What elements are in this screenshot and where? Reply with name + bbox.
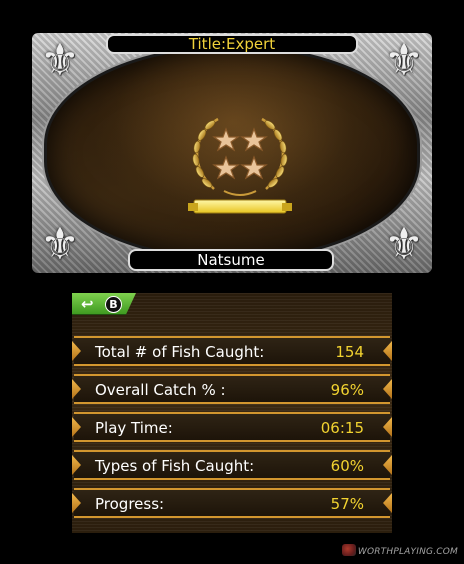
stat-row-catch-percent: Overall Catch % : 96% xyxy=(74,374,390,404)
star-icon xyxy=(240,155,268,180)
stat-value: 154 xyxy=(335,343,364,361)
bottom-screen: ↩ B Total # of Fish Caught: 154 Overall … xyxy=(72,293,392,533)
stat-row-progress: Progress: 57% xyxy=(74,488,390,518)
watermark-logo-icon xyxy=(341,544,356,556)
stat-value: 96% xyxy=(330,381,364,399)
fleur-de-lis-icon: ⚜ xyxy=(40,219,80,270)
top-screen: ⚜ ⚜ ⚜ ⚜ Title:Expert Natsume xyxy=(32,33,432,273)
fleur-de-lis-icon: ⚜ xyxy=(40,35,80,86)
rank-emblem xyxy=(188,117,292,214)
fleur-de-lis-icon: ⚜ xyxy=(384,219,424,270)
stat-row-total-fish: Total # of Fish Caught: 154 xyxy=(74,336,390,366)
fleur-de-lis-icon: ⚜ xyxy=(384,35,424,86)
rank-stars xyxy=(212,127,268,180)
laurel-wreath-icon xyxy=(192,117,288,196)
stat-value: 57% xyxy=(330,495,364,513)
stat-label: Overall Catch % : xyxy=(95,381,226,399)
star-icon xyxy=(212,155,240,180)
stat-row-play-time: Play Time: 06:15 xyxy=(74,412,390,442)
stat-row-fish-types: Types of Fish Caught: 60% xyxy=(74,450,390,480)
stat-value: 06:15 xyxy=(320,419,364,437)
title-banner: Title:Expert xyxy=(106,34,358,54)
ribbon-banner-icon xyxy=(188,199,292,214)
return-arrow-icon: ↩ xyxy=(81,295,94,313)
stat-label: Progress: xyxy=(95,495,165,513)
player-name-banner: Natsume xyxy=(128,249,334,271)
star-icon xyxy=(240,127,268,152)
back-button[interactable]: ↩ B xyxy=(72,293,136,315)
stat-label: Total # of Fish Caught: xyxy=(95,343,265,361)
watermark: WORTHPLAYING.COM xyxy=(341,544,458,560)
b-button-icon: B xyxy=(105,296,122,313)
stat-label: Play Time: xyxy=(95,419,173,437)
star-icon xyxy=(212,127,240,152)
stat-value: 60% xyxy=(330,457,364,475)
watermark-text: WORTHPLAYING.COM xyxy=(357,547,458,557)
stat-label: Types of Fish Caught: xyxy=(95,457,255,475)
